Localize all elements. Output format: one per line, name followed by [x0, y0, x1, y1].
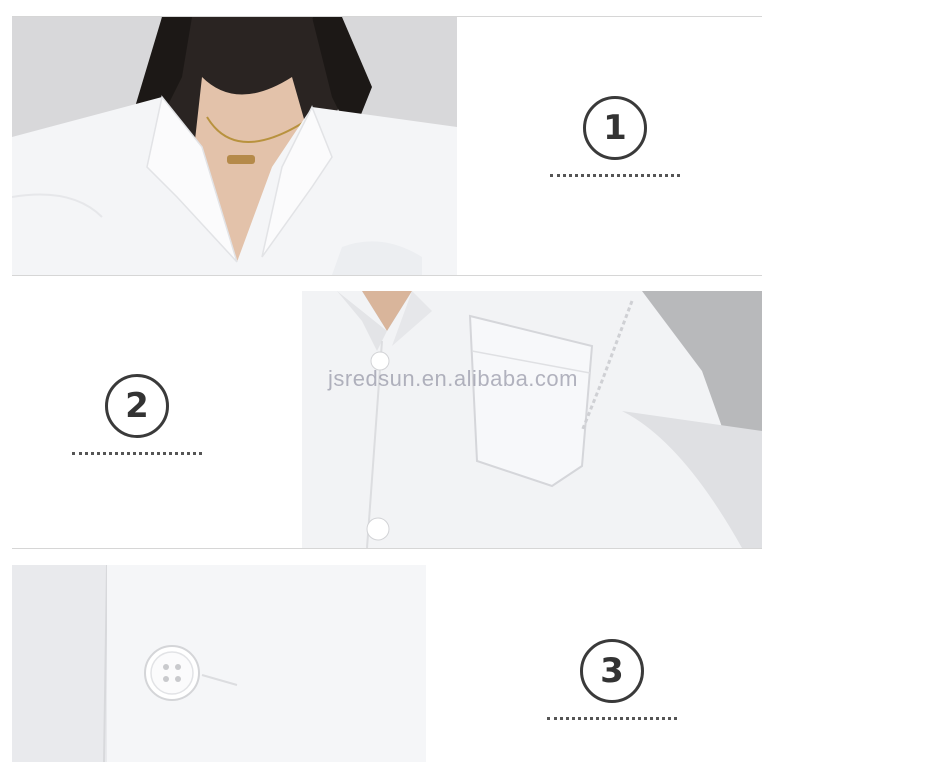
divider-2: [12, 548, 762, 549]
dotted-line-2: [72, 452, 202, 455]
divider-1: [12, 275, 762, 276]
number-circle-3: 3: [580, 639, 644, 703]
number-circle-1: 1: [583, 96, 647, 160]
watermark-text: jsredsun.en.alibaba.com: [328, 366, 578, 391]
number-circle-2: 2: [105, 374, 169, 438]
photo-pocket: [302, 291, 762, 548]
number-marker-1: 1: [550, 96, 680, 177]
dotted-line-1: [550, 174, 680, 177]
photo-collar: [12, 17, 457, 275]
number-marker-2: 2: [72, 374, 202, 455]
dotted-line-3: [547, 717, 677, 720]
photo-button: [12, 565, 426, 762]
number-marker-3: 3: [547, 639, 677, 720]
